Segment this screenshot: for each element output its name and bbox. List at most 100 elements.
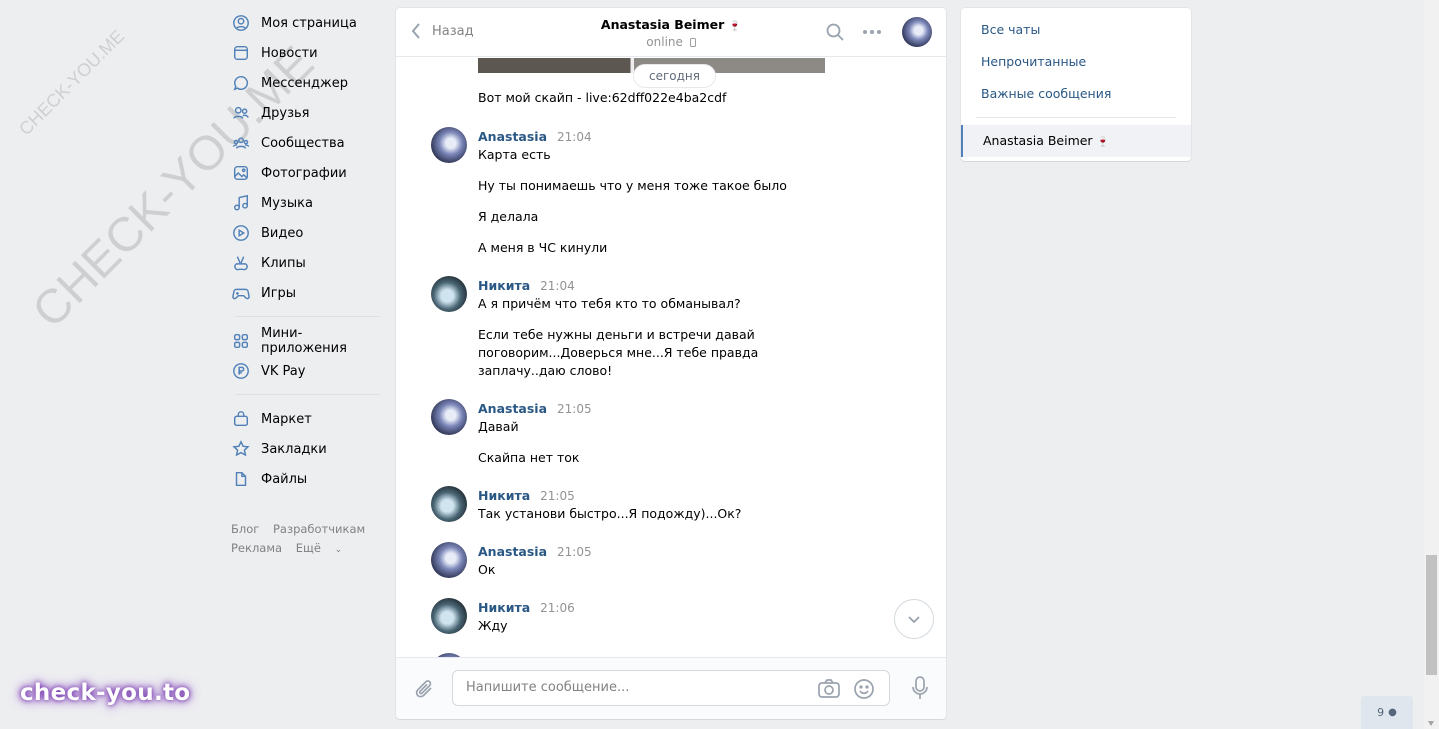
sidebar-item-files[interactable]: Файлы <box>225 464 385 494</box>
sidebar-item-music[interactable]: Музыка <box>225 188 385 218</box>
message-time: 21:05 <box>540 489 575 503</box>
sidebar-item-label: Закладки <box>261 441 327 457</box>
microphone-icon[interactable] <box>910 675 930 704</box>
message-text: Карта есть <box>478 147 551 162</box>
camera-icon[interactable] <box>817 678 841 703</box>
sidebar-item-label: Новости <box>261 45 318 61</box>
message-text: А я причём что тебя кто то обманывал? <box>478 296 741 311</box>
footer-link-blog[interactable]: Блог <box>231 522 259 536</box>
sidebar-divider <box>235 316 380 317</box>
message-time: 21:05 <box>557 402 592 416</box>
sidebar-divider <box>235 394 380 395</box>
sidebar-item-communities[interactable]: Сообщества <box>225 128 385 158</box>
avatar[interactable] <box>431 276 467 312</box>
message-composer <box>396 657 946 719</box>
sidebar-item-label: Сообщества <box>261 135 345 151</box>
message-header: Anastasia 21:05 <box>478 401 592 416</box>
friends-icon <box>232 104 250 122</box>
header-actions <box>810 17 932 47</box>
author-name[interactable]: Никита <box>478 600 530 615</box>
author-name[interactable]: Anastasia <box>478 401 547 416</box>
sidebar-item-my-page[interactable]: Моя страница <box>225 8 385 38</box>
sidebar-item-friends[interactable]: Друзья <box>225 98 385 128</box>
mobile-icon <box>689 38 696 47</box>
wine-glass-icon: 🍷 <box>728 21 742 32</box>
message-header: Никита 21:05 <box>478 488 575 503</box>
peer-name: Anastasia Beimer <box>600 17 725 32</box>
sidebar-item-video[interactable]: Видео <box>225 218 385 248</box>
vkpay-icon <box>232 362 250 380</box>
sidebar-item-news[interactable]: Новости <box>225 38 385 68</box>
search-icon[interactable] <box>823 20 847 44</box>
message-history[interactable]: сегодня Вот мой скайп - live:62dff022e4b… <box>396 58 946 657</box>
active-chat-item[interactable]: Anastasia Beimer 🍷 <box>961 125 1191 157</box>
sidebar-item-label: Мессенджер <box>261 75 348 91</box>
sidebar-item-label: Моя страница <box>261 15 357 31</box>
author-name[interactable]: Anastasia <box>478 129 547 144</box>
bookmarks-icon <box>232 440 250 458</box>
filter-unread[interactable]: Непрочитанные <box>961 46 1191 78</box>
avatar[interactable] <box>431 399 467 435</box>
sidebar-item-label: Игры <box>261 285 297 301</box>
mini-apps-icon <box>232 332 250 350</box>
avatar[interactable] <box>431 542 467 578</box>
message-time: 21:05 <box>557 545 592 559</box>
sidebar-item-messenger[interactable]: Мессенджер <box>225 68 385 98</box>
wine-glass-icon: 🍷 <box>1096 137 1110 148</box>
sidebar-item-photos[interactable]: Фотографии <box>225 158 385 188</box>
sidebar-item-label: VK Pay <box>261 363 306 379</box>
more-icon[interactable] <box>860 20 884 44</box>
peer-avatar[interactable] <box>902 17 932 47</box>
person-icon: ● <box>1388 707 1397 718</box>
filter-important[interactable]: Важные сообщения <box>961 78 1191 110</box>
scroll-arrow-down-icon[interactable] <box>1428 721 1434 726</box>
message-input-box[interactable] <box>452 670 890 706</box>
author-name[interactable]: Никита <box>478 278 530 293</box>
scrollbar-thumb[interactable] <box>1426 555 1437 675</box>
brand-watermark: check-you.to <box>20 680 191 706</box>
active-chat-name: Anastasia Beimer <box>983 133 1093 148</box>
filter-all-chats[interactable]: Все чаты <box>961 14 1191 46</box>
message-text: Скайпа нет ток <box>478 450 580 465</box>
watermark-small: CHECK-YOU.ME <box>15 25 129 140</box>
smile-icon[interactable] <box>853 678 875 703</box>
sidebar-item-vkpay[interactable]: VK Pay <box>225 356 385 386</box>
sidebar-item-label: Клипы <box>261 255 306 271</box>
footer-link-ads[interactable]: Реклама <box>231 541 282 555</box>
video-icon <box>232 224 250 242</box>
user-circle-icon <box>232 14 250 32</box>
peer-status-text: online <box>646 35 683 49</box>
avatar[interactable] <box>431 127 467 163</box>
chevron-down-icon <box>908 616 920 624</box>
scroll-down-button[interactable] <box>894 599 934 639</box>
sidebar-item-bookmarks[interactable]: Закладки <box>225 434 385 464</box>
author-name[interactable]: Anastasia <box>478 544 547 559</box>
date-divider: сегодня <box>633 64 716 88</box>
sidebar-item-label: Друзья <box>261 105 310 121</box>
message-header: Anastasia 21:05 <box>478 544 592 559</box>
message-text: Ну ты понимаешь что у меня тоже такое бы… <box>478 178 787 193</box>
paperclip-icon[interactable] <box>414 677 436 704</box>
sidebar-item-label: Видео <box>261 225 304 241</box>
sidebar-item-mini-apps[interactable]: Мини-приложения <box>225 326 385 356</box>
message-time: 21:06 <box>540 601 575 615</box>
online-friends-widget[interactable]: 9 ● <box>1361 696 1413 729</box>
message-input[interactable] <box>466 680 806 695</box>
page-scrollbar[interactable] <box>1424 0 1439 729</box>
avatar[interactable] <box>431 598 467 634</box>
footer-link-more[interactable]: Ещё ⌄ <box>296 541 352 555</box>
clips-icon <box>232 254 250 272</box>
sidebar-item-market[interactable]: Маркет <box>225 404 385 434</box>
footer-link-dev[interactable]: Разработчикам <box>273 522 365 536</box>
author-name[interactable]: Никита <box>478 488 530 503</box>
message-header: Anastasia 21:04 <box>478 129 592 144</box>
sidebar-item-games[interactable]: Игры <box>225 278 385 308</box>
files-icon <box>232 470 250 488</box>
message-text: Если тебе нужны деньги и встречи давай п… <box>478 327 759 378</box>
music-icon <box>232 194 250 212</box>
photos-icon <box>232 164 250 182</box>
chat-panel: Назад Anastasia Beimer 🍷 online сегодня … <box>396 8 946 719</box>
news-icon <box>232 44 250 62</box>
sidebar-item-clips[interactable]: Клипы <box>225 248 385 278</box>
avatar[interactable] <box>431 486 467 522</box>
